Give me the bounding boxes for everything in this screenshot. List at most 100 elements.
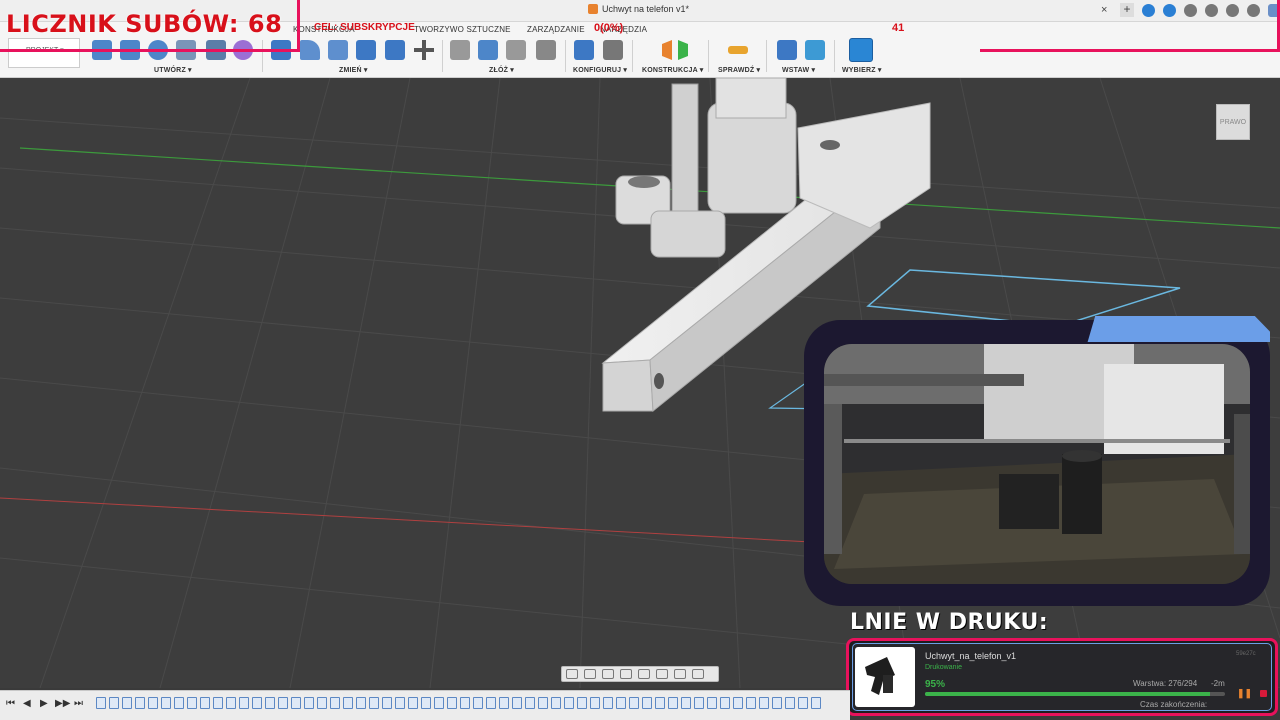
timeline-feature[interactable] bbox=[577, 697, 587, 709]
timeline-feature[interactable] bbox=[252, 697, 262, 709]
timeline-feature[interactable] bbox=[239, 697, 249, 709]
timeline-feature[interactable] bbox=[161, 697, 171, 709]
timeline-feature[interactable] bbox=[356, 697, 366, 709]
insert-derive-icon[interactable] bbox=[777, 40, 797, 60]
timeline-feature[interactable] bbox=[525, 697, 535, 709]
timeline-feature[interactable] bbox=[304, 697, 314, 709]
document-tab[interactable]: Uchwyt na telefon v1* bbox=[588, 4, 689, 14]
timeline-feature[interactable] bbox=[135, 697, 145, 709]
timeline-feature[interactable] bbox=[746, 697, 756, 709]
timeline-feature[interactable] bbox=[512, 697, 522, 709]
timeline-feature[interactable] bbox=[538, 697, 548, 709]
stop-icon[interactable] bbox=[1260, 690, 1267, 697]
timeline-first-button[interactable]: ⏮ bbox=[6, 698, 15, 709]
timeline-feature[interactable] bbox=[668, 697, 678, 709]
timeline-feature[interactable] bbox=[772, 697, 782, 709]
viewport-nav-bar bbox=[561, 666, 719, 682]
timeline-feature[interactable] bbox=[564, 697, 574, 709]
as-built-joint-icon[interactable] bbox=[506, 40, 526, 60]
timeline-feature[interactable] bbox=[499, 697, 509, 709]
timeline-feature[interactable] bbox=[369, 697, 379, 709]
combine-icon[interactable] bbox=[356, 40, 376, 60]
measure-icon[interactable] bbox=[728, 46, 748, 54]
group-inspect[interactable]: SPRAWDŹ ▾ bbox=[718, 66, 760, 74]
timeline-feature[interactable] bbox=[707, 697, 717, 709]
timeline-feature[interactable] bbox=[720, 697, 730, 709]
group-construct[interactable]: KONSTRUKCJA ▾ bbox=[642, 66, 703, 74]
timeline-feature[interactable] bbox=[265, 697, 275, 709]
group-insert[interactable]: WSTAW ▾ bbox=[782, 66, 815, 74]
viewports-icon[interactable] bbox=[692, 669, 704, 679]
timeline-feature[interactable] bbox=[759, 697, 769, 709]
timeline-feature[interactable] bbox=[226, 697, 236, 709]
timeline-feature[interactable] bbox=[473, 697, 483, 709]
timeline-feature[interactable] bbox=[408, 697, 418, 709]
group-configure[interactable]: KONFIGURUJ ▾ bbox=[573, 66, 627, 74]
zoom-icon[interactable] bbox=[620, 669, 632, 679]
timeline-feature[interactable] bbox=[733, 697, 743, 709]
print-progress-fill bbox=[925, 692, 1210, 696]
view-cube[interactable]: PRAWO bbox=[1216, 104, 1250, 140]
fit-icon[interactable] bbox=[638, 669, 650, 679]
split-icon[interactable] bbox=[385, 40, 405, 60]
timeline-feature[interactable] bbox=[785, 697, 795, 709]
group-select[interactable]: WYBIERZ ▾ bbox=[842, 66, 882, 74]
display-settings-icon[interactable] bbox=[656, 669, 668, 679]
timeline-feature[interactable] bbox=[330, 697, 340, 709]
configure-table-icon[interactable] bbox=[603, 40, 623, 60]
tab-tworzywo[interactable]: TWORZYWO SZTUCZNE bbox=[414, 25, 511, 34]
timeline-feature[interactable] bbox=[655, 697, 665, 709]
joint-origin-icon[interactable] bbox=[536, 40, 556, 60]
timeline-last-button[interactable]: ⏭ bbox=[74, 698, 83, 709]
timeline-feature[interactable] bbox=[811, 697, 821, 709]
timeline-feature[interactable] bbox=[486, 697, 496, 709]
timeline-feature[interactable] bbox=[291, 697, 301, 709]
timeline-feature[interactable] bbox=[109, 697, 119, 709]
timeline-feature[interactable] bbox=[395, 697, 405, 709]
pause-icon[interactable]: ❚❚ bbox=[1237, 688, 1252, 699]
timeline-feature[interactable] bbox=[343, 697, 353, 709]
timeline-feature[interactable] bbox=[447, 697, 457, 709]
joint-icon[interactable] bbox=[478, 40, 498, 60]
timeline-feature[interactable] bbox=[681, 697, 691, 709]
timeline-feature[interactable] bbox=[317, 697, 327, 709]
timeline-feature[interactable] bbox=[798, 697, 808, 709]
timeline-feature[interactable] bbox=[122, 697, 132, 709]
timeline-feature[interactable] bbox=[213, 697, 223, 709]
timeline-feature[interactable] bbox=[460, 697, 470, 709]
grid-settings-icon[interactable] bbox=[674, 669, 686, 679]
group-assemble[interactable]: ZŁÓŻ ▾ bbox=[489, 66, 514, 74]
timeline-feature[interactable] bbox=[616, 697, 626, 709]
timeline-feature[interactable] bbox=[694, 697, 704, 709]
timeline-feature[interactable] bbox=[642, 697, 652, 709]
parameters-icon[interactable] bbox=[574, 40, 594, 60]
chamfer-icon[interactable] bbox=[328, 40, 348, 60]
timeline-track[interactable] bbox=[96, 697, 846, 711]
timeline-feature[interactable] bbox=[278, 697, 288, 709]
timeline-feature[interactable] bbox=[96, 697, 106, 709]
timeline-feature[interactable] bbox=[421, 697, 431, 709]
timeline-feature[interactable] bbox=[551, 697, 561, 709]
group-modify[interactable]: ZMIEŃ ▾ bbox=[339, 66, 368, 74]
timeline-feature[interactable] bbox=[629, 697, 639, 709]
look-at-icon[interactable] bbox=[584, 669, 596, 679]
group-create[interactable]: UTWÓRZ ▾ bbox=[154, 66, 192, 74]
insert-canvas-icon[interactable] bbox=[805, 40, 825, 60]
timeline-feature[interactable] bbox=[382, 697, 392, 709]
timeline-feature[interactable] bbox=[174, 697, 184, 709]
tab-zarzadzanie[interactable]: ZARZĄDZANIE bbox=[527, 25, 585, 34]
timeline-prev-button[interactable]: ◀ bbox=[23, 698, 31, 709]
timeline-feature[interactable] bbox=[148, 697, 158, 709]
timeline-feature[interactable] bbox=[200, 697, 210, 709]
select-icon[interactable] bbox=[849, 38, 873, 62]
print-progress-bar bbox=[925, 692, 1225, 696]
timeline-feature[interactable] bbox=[434, 697, 444, 709]
pan-icon[interactable] bbox=[602, 669, 614, 679]
orbit-icon[interactable] bbox=[566, 669, 578, 679]
timeline-next-button[interactable]: ▶▶ bbox=[55, 698, 70, 709]
timeline-feature[interactable] bbox=[603, 697, 613, 709]
timeline-play-button[interactable]: ▶ bbox=[40, 698, 48, 709]
new-component-icon[interactable] bbox=[450, 40, 470, 60]
timeline-feature[interactable] bbox=[187, 697, 197, 709]
timeline-feature[interactable] bbox=[590, 697, 600, 709]
